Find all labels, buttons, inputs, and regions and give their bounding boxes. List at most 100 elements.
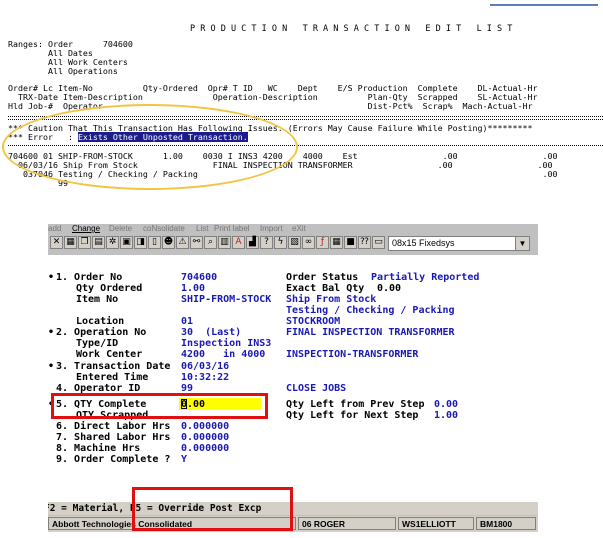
report-row-4: 99 [8, 178, 68, 188]
order-no-value[interactable]: 704600 [181, 272, 217, 283]
item-no-value: SHIP-FROM-STOCK [181, 294, 272, 305]
item-no-label: Item No [76, 294, 119, 305]
menu-print-label[interactable]: Print label [214, 224, 250, 233]
item-description-1: Ship From Stock [286, 294, 377, 305]
operation-no-label: 2. Operation No [56, 327, 147, 338]
report-row-3: 037046 Testing / Checking / Packing .00 [8, 169, 558, 179]
function-icon[interactable]: ƒ [316, 236, 329, 249]
edit-list-report: P R O D U C T I O N T R A N S A C T I O … [0, 0, 603, 200]
order-status-label: Order Status [286, 272, 359, 283]
save-icon[interactable]: ■ [344, 236, 357, 249]
machine-hrs-value[interactable]: 0.000000 [181, 443, 229, 454]
image-icon[interactable]: ▧ [288, 236, 301, 249]
function-key-bar: F2 = Material, F5 = Override Post Excp [48, 502, 538, 515]
location-value: 01 [181, 316, 194, 327]
status-program: BM1800 [476, 517, 536, 530]
type-id-value: Inspection INS3 [181, 338, 272, 349]
menu-exit[interactable]: eXit [292, 224, 306, 233]
work-center-value: 4200 in 4000 [181, 349, 266, 360]
order-status-value: Partially Reported [371, 272, 480, 283]
operator-description: CLOSE JOBS [286, 383, 347, 394]
chevron-down-icon[interactable]: ▼ [515, 237, 529, 250]
machine-hrs-label: 8. Machine Hrs [56, 443, 141, 454]
help-question-icon[interactable]: ? [260, 236, 273, 249]
status-user: 06 ROGER [298, 517, 396, 530]
record-icon[interactable]: ◨ [134, 236, 147, 249]
status-bar: Abbott Technologies Consolidated 06 ROGE… [48, 516, 538, 532]
shared-labor-value[interactable]: 0.000000 [181, 432, 229, 443]
qty-left-prev-label: Qty Left from Prev Step [286, 399, 425, 410]
exact-bal-value: 0.00 [377, 283, 402, 294]
qty-left-next-label: Qty Left for Next Step [286, 410, 419, 421]
menu-import[interactable]: Import [260, 224, 283, 233]
font-select[interactable]: 08x15 Fixedsys ▼ [388, 236, 530, 251]
chart-icon[interactable]: ▟ [246, 236, 259, 249]
qty-left-next-value: 1.00 [434, 410, 459, 421]
operator-id-label: 4. Operator ID [56, 383, 141, 394]
operator-id-value[interactable]: 99 [181, 383, 193, 394]
operation-no-value[interactable]: 30 (Last) [181, 327, 241, 338]
separator-line [8, 119, 603, 120]
field-marker: • [48, 361, 55, 372]
menu-change[interactable]: Change [72, 224, 100, 233]
column-header-3: Hld Job-# Operator Dist-Pct% Scrap% Mach… [8, 101, 533, 111]
font-icon[interactable]: A [232, 236, 245, 249]
separator-line [8, 145, 603, 146]
text-cursor [181, 399, 187, 409]
order-no-label: 1. Order No [56, 272, 123, 283]
location-label: Location [76, 316, 125, 327]
menu-consolidate[interactable]: coNsolidate [143, 224, 185, 233]
terminal-screen: • 1. Order No Qty Ordered Item No Locati… [48, 255, 538, 503]
report-icon[interactable]: ▥ [218, 236, 231, 249]
field-marker: • [48, 272, 55, 283]
calculator-icon[interactable]: ▣ [120, 236, 133, 249]
order-complete-label: 9. Order Complete ? [56, 454, 171, 465]
document-icon[interactable]: ▯ [148, 236, 161, 249]
menu-bar: add Change Delete coNsolidate List Print… [48, 224, 538, 234]
order-complete-value[interactable]: Y [181, 454, 187, 465]
item-description-2: Testing / Checking / Packing [286, 305, 455, 316]
user-icon[interactable]: ☻ [162, 236, 175, 249]
context-help-icon[interactable]: ⁇ [358, 236, 371, 249]
menu-list[interactable]: List [196, 224, 208, 233]
entered-time-value: 10:32:22 [181, 372, 230, 383]
work-center-label: Work Center [76, 349, 143, 360]
qty-ordered-value: 1.00 [181, 283, 206, 294]
ranges-line-4: All Operations [8, 66, 118, 76]
link-icon[interactable]: ∞ [302, 236, 315, 249]
terminal-window: add Change Delete coNsolidate List Print… [48, 224, 538, 532]
gear-icon[interactable]: ✲ [106, 236, 119, 249]
window-icon[interactable]: ▭ [372, 236, 385, 249]
direct-labor-label: 6. Direct Labor Hrs [56, 421, 171, 432]
type-id-label: Type/ID [76, 338, 119, 349]
exact-bal-label: Exact Bal Qty [286, 283, 365, 294]
lightning-icon[interactable]: ϟ [274, 236, 287, 249]
entered-time-label: Entered Time [76, 372, 149, 383]
binoculars-icon[interactable]: ⚯ [190, 236, 203, 249]
menu-delete[interactable]: Delete [109, 224, 132, 233]
menu-add[interactable]: add [48, 224, 61, 233]
status-station: WS1ELLIOTT [398, 517, 474, 530]
operation-description: FINAL INSPECTION TRANSFORMER [286, 327, 455, 338]
paste-icon[interactable]: ▤ [92, 236, 105, 249]
transaction-date-label: 3. Transaction Date [56, 361, 171, 372]
warning-icon[interactable]: ⚠ [176, 236, 189, 249]
toolbar: ✕ ▦ ❐ ▤ ✲ ▣ ◨ ▯ ☻ ⚠ ⚯ ⌕ ▥ A ▟ ? ϟ ▧ ∞ ƒ … [48, 235, 538, 253]
copy-icon[interactable]: ❐ [78, 236, 91, 249]
status-company: Abbott Technologies Consolidated [48, 517, 296, 530]
location-description: STOCKROOM [286, 316, 341, 327]
table-icon[interactable]: ▦ [330, 236, 343, 249]
field-marker: • [48, 399, 55, 410]
direct-labor-value[interactable]: 0.000000 [181, 421, 229, 432]
search-icon[interactable]: ⌕ [204, 236, 217, 249]
error-line: *** Error : Exists Other Unposted Transa… [8, 132, 248, 142]
close-icon[interactable]: ✕ [50, 236, 63, 249]
grid-icon[interactable]: ▦ [64, 236, 77, 249]
field-marker: • [48, 327, 55, 338]
function-key-hints[interactable]: F2 = Material, F5 = Override Post Excp [48, 502, 261, 515]
separator-line [8, 116, 603, 117]
qty-left-prev-value: 0.00 [434, 399, 459, 410]
window-accent-bar [490, 4, 598, 6]
error-highlight: Exists Other Unposted Transaction. [77, 132, 248, 142]
transaction-date-value[interactable]: 06/03/16 [181, 361, 229, 372]
